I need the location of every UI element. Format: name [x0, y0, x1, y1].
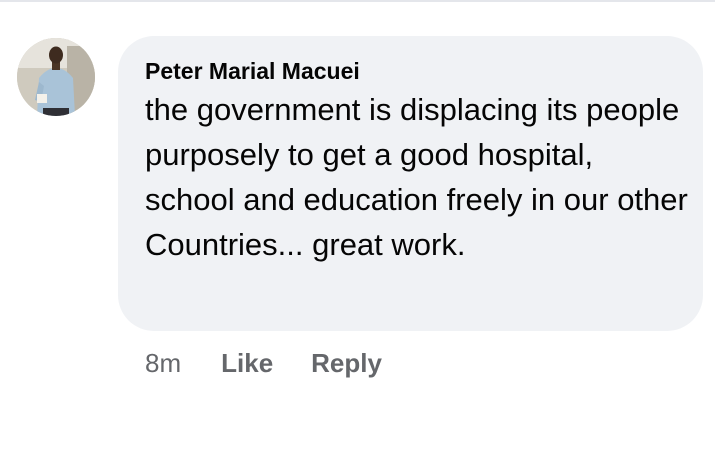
comment: Peter Marial Macuei the government is di…: [0, 0, 715, 450]
comment-timestamp[interactable]: 8m: [145, 348, 181, 379]
avatar-photo-icon: [17, 38, 95, 116]
comment-text: the government is displacing its people …: [145, 92, 688, 262]
comment-actions: 8m Like Reply: [145, 345, 420, 381]
reply-button[interactable]: Reply: [311, 348, 382, 379]
comment-bubble: Peter Marial Macuei the government is di…: [118, 36, 703, 331]
comment-author-name[interactable]: Peter Marial Macuei: [145, 56, 683, 86]
avatar[interactable]: [17, 38, 95, 116]
like-button[interactable]: Like: [221, 348, 273, 379]
